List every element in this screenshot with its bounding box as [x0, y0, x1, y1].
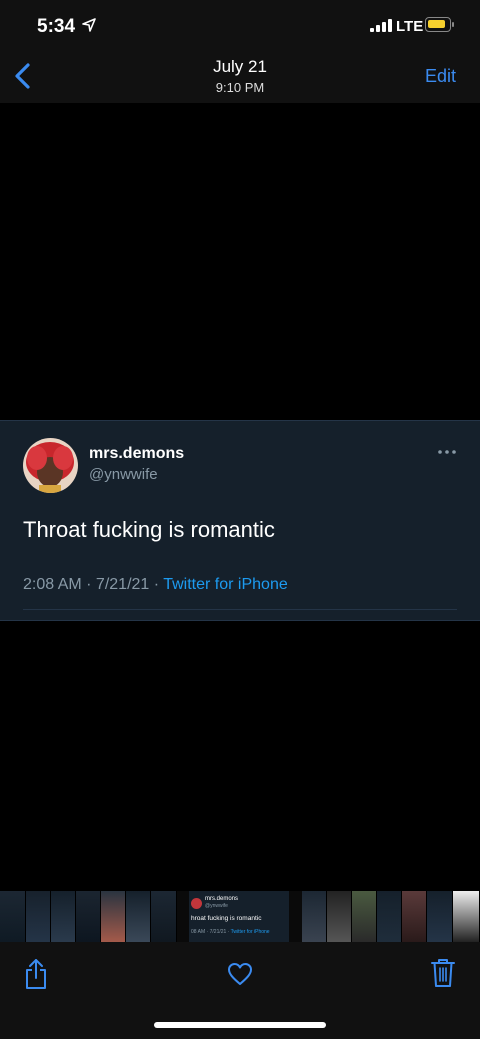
thumbnail[interactable]	[327, 891, 352, 942]
mini-tweet-text: hroat fucking is romantic	[191, 915, 262, 922]
tweet-card: mrs.demons @ynwwife Throat fucking is ro…	[0, 420, 480, 621]
thumbnail[interactable]	[427, 891, 453, 942]
signal-bars-icon	[370, 19, 392, 32]
avatar	[191, 898, 202, 909]
tweet-handle: @ynwwife	[89, 466, 158, 483]
divider	[23, 609, 457, 610]
thumbnail-current[interactable]: mrs.demons @ynwwife hroat fucking is rom…	[189, 891, 289, 942]
status-bar: 5:34 LTE	[0, 0, 480, 50]
mini-timestamp: 08 AM · 7/21/21 ·	[191, 929, 231, 935]
photo-nav-bar: July 21 9:10 PM Edit	[0, 50, 480, 103]
thumbnail[interactable]	[26, 891, 51, 942]
status-time: 5:34	[37, 16, 76, 37]
thumbnail[interactable]	[453, 891, 480, 942]
thumbnail[interactable]	[126, 891, 151, 942]
thumbnail[interactable]	[352, 891, 377, 942]
tweet-meta: 2:08 AM · 7/21/21 · Twitter for iPhone	[23, 576, 288, 594]
share-icon[interactable]	[24, 958, 48, 990]
tweet-timestamp: 2:08 AM · 7/21/21 ·	[23, 576, 164, 593]
thumbnail[interactable]	[151, 891, 177, 942]
carrier-label: LTE	[396, 18, 424, 35]
more-options-icon	[438, 450, 456, 454]
thumbnail[interactable]	[101, 891, 126, 942]
mini-display-name: mrs.demons	[205, 896, 239, 902]
thumbnail[interactable]	[76, 891, 101, 942]
thumbnail[interactable]	[377, 891, 402, 942]
location-arrow-icon	[82, 18, 96, 32]
mini-tweet-meta: 08 AM · 7/21/21 · Twitter for iPhone	[191, 929, 270, 935]
mini-handle: @ynwwife	[205, 903, 228, 909]
avatar	[23, 438, 78, 493]
home-indicator[interactable]	[154, 1022, 326, 1028]
bottom-toolbar	[0, 942, 480, 1039]
thumbnail[interactable]	[302, 891, 327, 942]
thumbnail[interactable]	[402, 891, 427, 942]
tweet-source: Twitter for iPhone	[163, 576, 288, 593]
heart-icon[interactable]	[227, 962, 253, 986]
tweet-display-name: mrs.demons	[89, 445, 185, 462]
tweet-text: Throat fucking is romantic	[23, 517, 275, 542]
trash-icon[interactable]	[431, 958, 455, 988]
mini-source: Twitter for iPhone	[230, 929, 270, 935]
battery-level	[428, 20, 445, 28]
thumbnail[interactable]	[0, 891, 26, 942]
edit-button[interactable]: Edit	[425, 66, 456, 87]
photo-date: July 21	[213, 57, 267, 76]
photo-time: 9:10 PM	[215, 80, 265, 95]
thumbnail-strip[interactable]: mrs.demons @ynwwife hroat fucking is rom…	[0, 891, 480, 942]
thumbnail[interactable]	[51, 891, 76, 942]
battery-icon	[425, 17, 454, 32]
